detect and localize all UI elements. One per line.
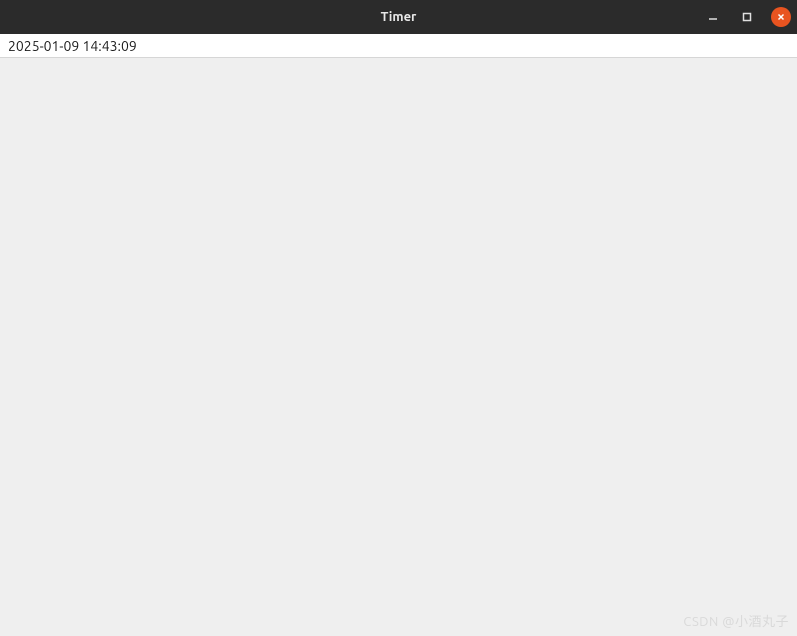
close-button[interactable] — [771, 7, 791, 27]
content-row: 2025-01-09 14:43:09 — [0, 34, 797, 58]
window-title: Timer — [381, 10, 417, 24]
maximize-button[interactable] — [737, 7, 757, 27]
window-controls — [703, 7, 791, 27]
client-area — [0, 58, 797, 636]
timestamp-label: 2025-01-09 14:43:09 — [8, 38, 137, 54]
minimize-icon — [708, 8, 718, 26]
titlebar: Timer — [0, 0, 797, 34]
minimize-button[interactable] — [703, 7, 723, 27]
close-icon — [776, 8, 786, 26]
maximize-icon — [742, 8, 752, 26]
